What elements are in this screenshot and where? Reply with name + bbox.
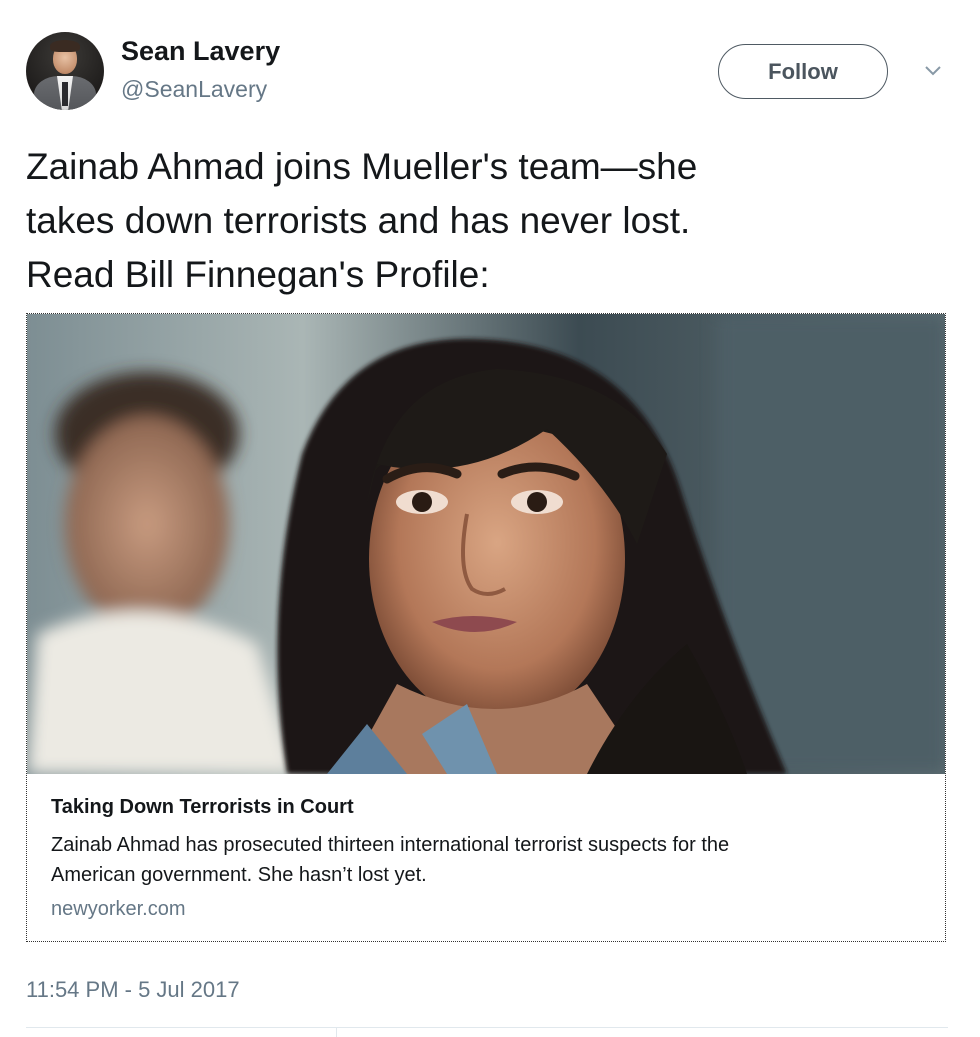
author-name[interactable]: Sean Lavery <box>121 36 280 67</box>
tweet-text-line: Read Bill Finnegan's Profile: <box>26 254 490 295</box>
divider <box>26 1027 948 1028</box>
tweet-timestamp[interactable]: 11:54 PM - 5 Jul 2017 <box>26 977 240 1003</box>
author-handle[interactable]: @SeanLavery <box>121 76 267 103</box>
divider-tick <box>336 1027 337 1037</box>
card-photo <box>27 314 945 774</box>
tweet-header: Sean Lavery @SeanLavery Follow <box>26 32 956 112</box>
avatar-hair <box>50 40 80 52</box>
card-domain[interactable]: newyorker.com <box>51 898 186 921</box>
card-body: Taking Down Terrorists in Court Zainab A… <box>27 774 945 941</box>
avatar[interactable] <box>26 32 104 110</box>
tweet-text: Zainab Ahmad joins Mueller's team—she ta… <box>26 140 926 302</box>
card-description: Zainab Ahmad has prosecuted thirteen int… <box>51 830 911 890</box>
follow-button[interactable]: Follow <box>718 44 888 99</box>
tweet-text-line: takes down terrorists and has never lost… <box>26 200 691 241</box>
card-image[interactable] <box>27 314 945 774</box>
link-card[interactable]: Taking Down Terrorists in Court Zainab A… <box>26 313 946 942</box>
card-description-line: Zainab Ahmad has prosecuted thirteen int… <box>51 834 730 856</box>
card-title[interactable]: Taking Down Terrorists in Court <box>51 796 354 819</box>
chevron-down-icon[interactable] <box>923 61 943 81</box>
avatar-tie <box>62 82 68 106</box>
card-description-line: American government. She hasn’t lost yet… <box>51 864 427 886</box>
tweet-text-line: Zainab Ahmad joins Mueller's team—she <box>26 146 698 187</box>
